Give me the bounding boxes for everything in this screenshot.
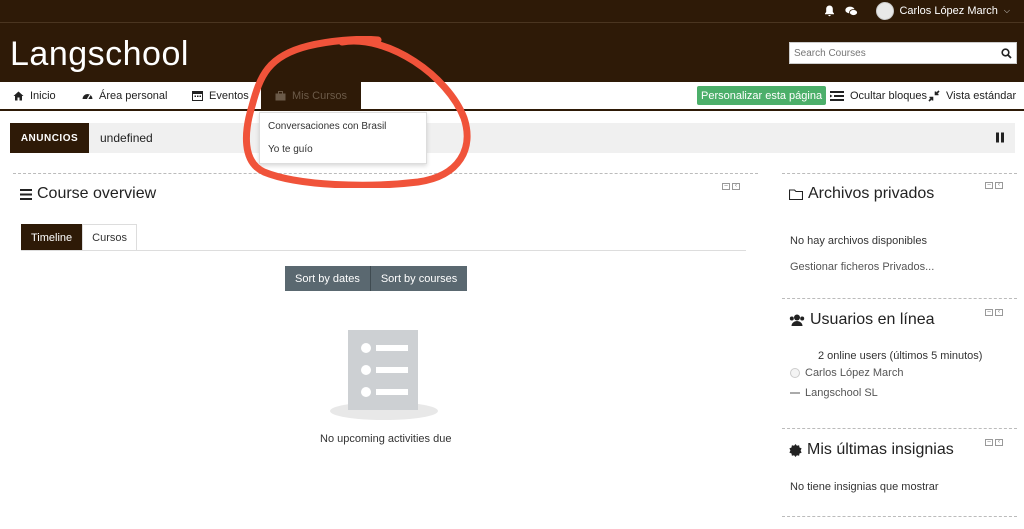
block-controls[interactable]: – ‹ <box>985 309 1003 316</box>
online-users-title-text: Usuarios en línea <box>810 311 935 328</box>
tab-cursos[interactable]: Cursos <box>82 224 138 251</box>
standard-view-label: Vista estándar <box>946 89 1017 102</box>
online-user-item[interactable]: Langschool SL <box>790 387 878 399</box>
block-controls[interactable]: – ‹ <box>985 182 1003 189</box>
top-user-bar: Carlos López March ⌵ <box>0 0 1024 22</box>
dock-icon[interactable]: ‹ <box>995 182 1003 189</box>
dock-icon[interactable]: ‹ <box>995 309 1003 316</box>
badges-block <box>782 428 1017 429</box>
collapse-icon[interactable]: – <box>985 182 993 189</box>
mis-cursos-dropdown: Conversaciones con Brasil Yo te guío <box>259 112 427 164</box>
search-box <box>789 42 1017 64</box>
collapse-icon[interactable]: – <box>722 183 730 190</box>
sort-by-courses-button[interactable]: Sort by courses <box>369 266 468 291</box>
user-avatar <box>790 392 800 394</box>
briefcase-icon <box>275 90 286 101</box>
online-user-name: Carlos López March <box>805 367 904 379</box>
dropdown-item-course[interactable]: Conversaciones con Brasil <box>268 121 386 132</box>
no-files-text: No hay archivos disponibles <box>790 235 927 247</box>
nav-eventos-label: Eventos <box>209 89 249 102</box>
hide-blocks-toggle[interactable]: Ocultar bloques <box>830 82 927 109</box>
block-controls[interactable]: – ‹ <box>722 183 740 190</box>
customize-page-button[interactable]: Personalizar esta página <box>697 86 827 105</box>
online-users-block <box>782 298 1017 299</box>
nav-mis-cursos-label: Mis Cursos <box>292 89 348 102</box>
sort-button-group: Sort by dates Sort by courses <box>285 266 468 291</box>
badges-title: Mis últimas insignias <box>789 441 954 459</box>
dock-icon[interactable]: ‹ <box>995 439 1003 446</box>
course-overview-title: Course overview <box>20 185 156 203</box>
nav-inicio[interactable]: Inicio <box>13 82 56 109</box>
private-files-title: Archivos privados <box>789 185 934 203</box>
block-controls[interactable]: – ‹ <box>985 439 1003 446</box>
private-files-title-text: Archivos privados <box>808 185 935 202</box>
private-files-block <box>782 173 1017 174</box>
sort-by-dates-button[interactable]: Sort by dates <box>285 266 370 291</box>
empty-activities-message: No upcoming activities due <box>320 433 452 445</box>
main-navbar: Inicio Área personal Eventos Mis Cursos … <box>0 82 1024 111</box>
user-menu[interactable]: Carlos López March ⌵ <box>876 2 1010 20</box>
collapse-icon[interactable]: – <box>985 309 993 316</box>
online-users-title: Usuarios en línea <box>789 311 935 329</box>
nav-mis-cursos[interactable]: Mis Cursos <box>261 82 362 109</box>
nav-area-personal[interactable]: Área personal <box>82 82 168 109</box>
user-name: Carlos López March <box>899 5 998 17</box>
site-brand[interactable]: Langschool <box>10 35 189 74</box>
bell-icon[interactable] <box>824 5 835 17</box>
bars-icon <box>20 188 32 200</box>
chat-icon[interactable] <box>845 6 859 17</box>
dropdown-item-course[interactable]: Yo te guío <box>268 144 313 155</box>
search-input[interactable] <box>790 47 996 59</box>
announcement-text: undefined <box>100 131 153 145</box>
standard-view-toggle[interactable]: Vista estándar <box>928 82 1016 109</box>
tabs-divider <box>21 250 746 251</box>
avatar <box>876 2 895 20</box>
course-overview-title-text: Course overview <box>37 185 157 202</box>
collapse-icon[interactable]: – <box>985 439 993 446</box>
calendar-icon <box>192 90 203 101</box>
users-icon <box>789 314 805 326</box>
nav-inicio-label: Inicio <box>30 89 56 102</box>
online-users-summary: 2 online users (últimos 5 minutos) <box>818 350 983 362</box>
home-icon <box>13 91 24 101</box>
nav-eventos[interactable]: Eventos <box>192 82 249 109</box>
announcements-bar: ANUNCIOS undefined <box>10 123 1015 153</box>
chevron-down-icon: ⌵ <box>1003 6 1010 15</box>
dashboard-icon <box>82 91 93 101</box>
course-overview-block <box>13 173 758 174</box>
pause-icon[interactable] <box>995 132 1005 146</box>
folder-icon <box>789 188 803 200</box>
online-user-item[interactable]: Carlos López March <box>790 367 903 379</box>
online-user-name: Langschool SL <box>805 387 878 399</box>
manage-files-link[interactable]: Gestionar ficheros Privados... <box>790 261 934 273</box>
empty-activities-illustration <box>330 330 438 420</box>
announcements-label: ANUNCIOS <box>10 123 89 153</box>
search-icon[interactable] <box>996 47 1016 59</box>
nav-area-personal-label: Área personal <box>99 89 168 102</box>
hide-blocks-label: Ocultar bloques <box>850 89 928 102</box>
compress-icon <box>928 89 940 102</box>
next-block-divider <box>782 516 1017 517</box>
user-avatar <box>790 368 800 378</box>
no-badges-text: No tiene insignias que mostrar <box>790 481 939 493</box>
list-icon <box>830 90 844 101</box>
site-header: Langschool <box>0 22 1024 82</box>
badge-icon <box>789 443 802 457</box>
badges-title-text: Mis últimas insignias <box>807 441 954 458</box>
course-overview-tabs: Timeline Cursos <box>21 224 138 251</box>
dock-icon[interactable]: ‹ <box>732 183 740 190</box>
tab-timeline[interactable]: Timeline <box>21 224 83 251</box>
